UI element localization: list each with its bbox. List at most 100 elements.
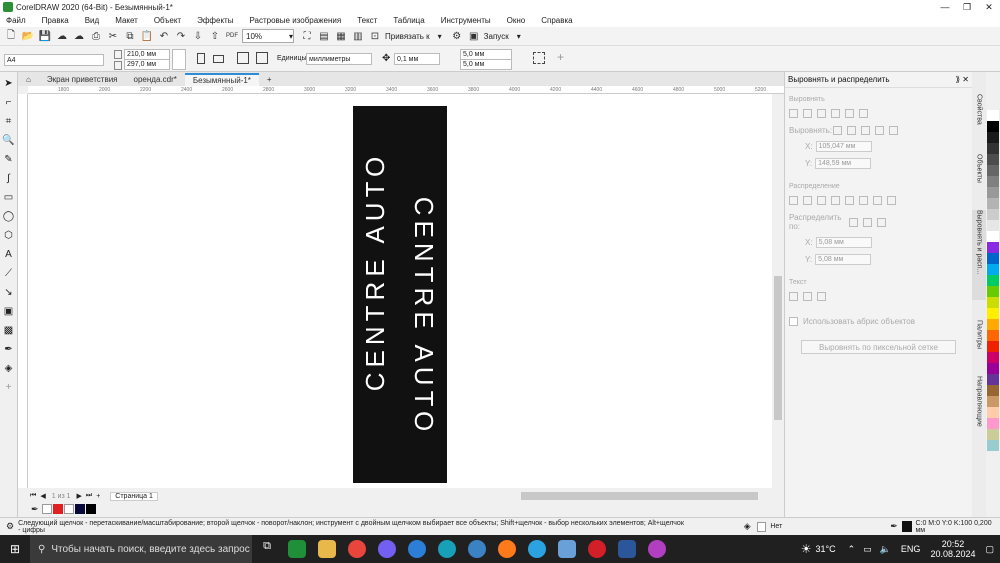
palette-swatch[interactable] — [987, 209, 999, 220]
menu-object[interactable]: Объект — [154, 16, 181, 25]
palette-swatch[interactable] — [987, 187, 999, 198]
add-tab-icon[interactable]: + — [259, 73, 280, 86]
export-icon[interactable]: ⇧ — [208, 29, 222, 43]
transparency-tool-icon[interactable]: ▩ — [2, 323, 16, 337]
pick-tool-icon[interactable]: ➤ — [2, 76, 16, 90]
distribute-x-input[interactable]: 5,08 мм — [815, 237, 872, 248]
shape-tool-icon[interactable]: ⌐ — [2, 95, 16, 109]
palette-swatch[interactable] — [987, 297, 999, 308]
palette-swatch[interactable] — [987, 132, 999, 143]
zoom-tool-icon[interactable]: 🔍 — [2, 133, 16, 147]
home-icon[interactable]: ⌂ — [18, 73, 39, 86]
swatch-navy[interactable] — [74, 504, 85, 514]
rulers-icon[interactable]: ▤ — [317, 29, 331, 43]
tab-objects[interactable]: Объекты — [972, 154, 986, 194]
align-y-input[interactable]: 148,59 мм — [815, 158, 872, 169]
ellipse-tool-icon[interactable]: ◯ — [2, 209, 16, 223]
menu-edit[interactable]: Правка — [42, 16, 69, 25]
menu-help[interactable]: Справка — [541, 16, 572, 25]
page-tab-1[interactable]: Страница 1 — [110, 491, 158, 501]
menu-view[interactable]: Вид — [85, 16, 99, 25]
tab-untitled[interactable]: Безымянный-1* — [184, 73, 259, 86]
palette-swatch[interactable] — [987, 220, 999, 231]
zoom-select[interactable]: 10% ▾ — [242, 29, 294, 43]
windows-start-icon[interactable]: ⊞ — [0, 535, 30, 563]
publish-pdf-icon[interactable]: PDF — [225, 29, 239, 43]
palette-swatch[interactable] — [987, 110, 999, 121]
palette-swatch[interactable] — [987, 198, 999, 209]
app-icon[interactable] — [468, 540, 486, 558]
pixel-grid-button[interactable]: Выровнять по пиксельной сетке — [801, 340, 956, 354]
palette-swatch[interactable] — [987, 143, 999, 154]
collapse-icon[interactable]: ⟫ ✕ — [956, 75, 969, 84]
calculator-icon[interactable] — [558, 540, 576, 558]
swatch-white[interactable] — [63, 504, 74, 514]
next-page-icon[interactable]: ▶ — [77, 492, 82, 500]
palette-swatch[interactable] — [987, 165, 999, 176]
vertical-scroll-thumb[interactable] — [774, 276, 782, 420]
palette-swatch[interactable] — [987, 121, 999, 132]
page-size-select[interactable]: A4 — [4, 54, 104, 66]
horizontal-scroll-thumb[interactable] — [521, 492, 758, 500]
coreldraw-taskbar-icon[interactable] — [288, 540, 306, 558]
artistic-text-left[interactable]: CENTRE AUTO — [356, 121, 396, 421]
palette-swatch[interactable] — [987, 352, 999, 363]
palette-swatch[interactable] — [987, 429, 999, 440]
menu-tools[interactable]: Инструменты — [441, 16, 491, 25]
palette-swatch[interactable] — [987, 176, 999, 187]
telegram-icon[interactable] — [528, 540, 546, 558]
launch-dropdown[interactable]: Запуск — [484, 32, 509, 41]
palette-swatch[interactable] — [987, 418, 999, 429]
firefox-icon[interactable] — [498, 540, 516, 558]
add-icon[interactable]: + — [557, 50, 564, 64]
artistic-text-right[interactable]: CENTRE AUTO — [404, 166, 444, 466]
vertical-ruler[interactable] — [18, 94, 28, 488]
outline-checkbox-row[interactable]: Использовать абрис объектов — [789, 317, 968, 326]
guidelines-icon[interactable]: ▥ — [351, 29, 365, 43]
tab-orenda[interactable]: оренда.cdr* — [126, 73, 185, 86]
menu-window[interactable]: Окно — [507, 16, 526, 25]
freehand-tool-icon[interactable]: ✎ — [2, 152, 16, 166]
outline-checkbox[interactable] — [789, 317, 798, 326]
current-page-icon[interactable] — [256, 52, 268, 64]
palette-swatch[interactable] — [987, 242, 999, 253]
opera-icon[interactable] — [588, 540, 606, 558]
print-icon[interactable]: ⎙ — [89, 29, 103, 43]
temperature[interactable]: 31°C — [816, 544, 836, 554]
distribute-y-input[interactable]: 5,08 мм — [815, 254, 872, 265]
menu-layout[interactable]: Макет — [115, 16, 138, 25]
new-document-icon[interactable]: 🗋 — [4, 29, 18, 43]
eyedropper-icon[interactable]: ✒ — [31, 504, 39, 515]
rectangle-tool-icon[interactable]: ▭ — [2, 190, 16, 204]
page-border-icon[interactable] — [533, 52, 545, 64]
minimize-icon[interactable]: — — [934, 2, 956, 13]
palette-swatch[interactable] — [987, 330, 999, 341]
tab-welcome[interactable]: Экран приветствия — [39, 73, 126, 86]
menu-bitmaps[interactable]: Растровые изображения — [249, 16, 341, 25]
task-view-icon[interactable]: ⧉ — [258, 540, 276, 558]
prev-page-icon[interactable]: ◀ — [40, 492, 45, 500]
palette-swatch[interactable] — [987, 275, 999, 286]
palette-swatch[interactable] — [987, 253, 999, 264]
open-icon[interactable]: 📂 — [21, 29, 35, 43]
eyedropper-tool-icon[interactable]: ✒ — [2, 342, 16, 356]
close-icon[interactable]: ✕ — [978, 2, 1000, 13]
settings-gear-icon[interactable]: ⚙ — [6, 521, 14, 532]
blend-tool-icon[interactable]: ↘ — [2, 285, 16, 299]
snap-to-dropdown[interactable]: Привязать к — [385, 32, 430, 41]
palette-swatch[interactable] — [987, 319, 999, 330]
menu-text[interactable]: Текст — [357, 16, 377, 25]
clock[interactable]: 20:52 20.08.2024 — [930, 539, 975, 559]
grid-icon[interactable]: ▦ — [334, 29, 348, 43]
save-icon[interactable]: 💾 — [38, 29, 52, 43]
cloud-upload-icon[interactable]: ☁ — [55, 29, 69, 43]
tab-guidelines[interactable]: Направляющие — [972, 376, 986, 446]
cloud-download-icon[interactable]: ☁ — [72, 29, 86, 43]
size-spinner[interactable] — [172, 49, 186, 70]
first-page-icon[interactable]: ⏮ — [30, 492, 36, 500]
units-select[interactable]: миллиметры — [306, 53, 372, 65]
tray-chevron-icon[interactable]: ⌃ — [848, 544, 856, 555]
crop-tool-icon[interactable]: ⌗ — [2, 114, 16, 128]
tab-palettes[interactable]: Палитры — [972, 320, 986, 360]
paste-icon[interactable]: 📋 — [140, 29, 154, 43]
